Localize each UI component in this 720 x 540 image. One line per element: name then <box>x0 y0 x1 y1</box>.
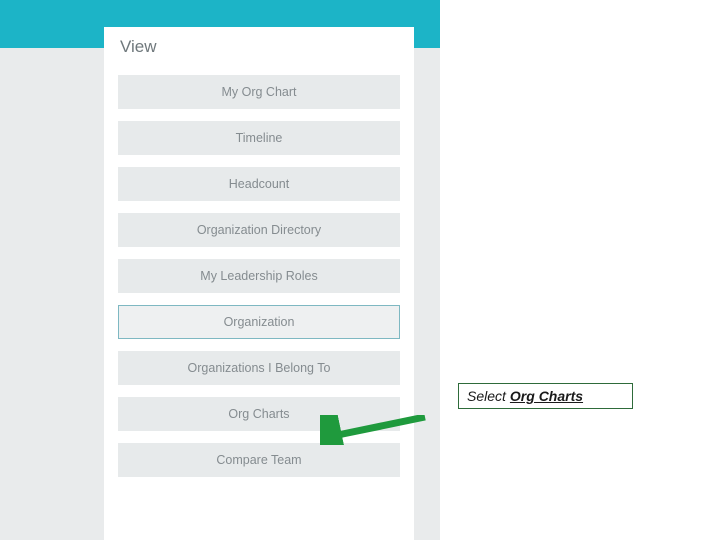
menu-item-label: Timeline <box>236 131 283 145</box>
menu-item-my-leadership-roles[interactable]: My Leadership Roles <box>118 259 400 293</box>
menu-item-organization[interactable]: Organization <box>118 305 400 339</box>
menu-item-compare-team[interactable]: Compare Team <box>118 443 400 477</box>
menu-item-label: Organizations I Belong To <box>188 361 331 375</box>
menu-item-org-charts[interactable]: Org Charts <box>118 397 400 431</box>
menu-item-label: Headcount <box>229 177 289 191</box>
menu-item-label: Compare Team <box>216 453 301 467</box>
instruction-callout: Select Org Charts <box>458 383 633 409</box>
menu-item-organization-directory[interactable]: Organization Directory <box>118 213 400 247</box>
view-panel: View My Org Chart Timeline Headcount Org… <box>104 27 414 540</box>
callout-target: Org Charts <box>510 388 583 404</box>
callout-prefix: Select <box>467 388 506 404</box>
menu-item-label: Organization <box>224 315 295 329</box>
panel-title: View <box>120 37 400 57</box>
menu-item-label: Org Charts <box>228 407 289 421</box>
menu-item-headcount[interactable]: Headcount <box>118 167 400 201</box>
menu-item-label: My Org Chart <box>221 85 296 99</box>
menu-item-timeline[interactable]: Timeline <box>118 121 400 155</box>
menu-item-label: My Leadership Roles <box>200 269 317 283</box>
menu-item-my-org-chart[interactable]: My Org Chart <box>118 75 400 109</box>
menu-item-organizations-i-belong-to[interactable]: Organizations I Belong To <box>118 351 400 385</box>
menu-item-label: Organization Directory <box>197 223 321 237</box>
